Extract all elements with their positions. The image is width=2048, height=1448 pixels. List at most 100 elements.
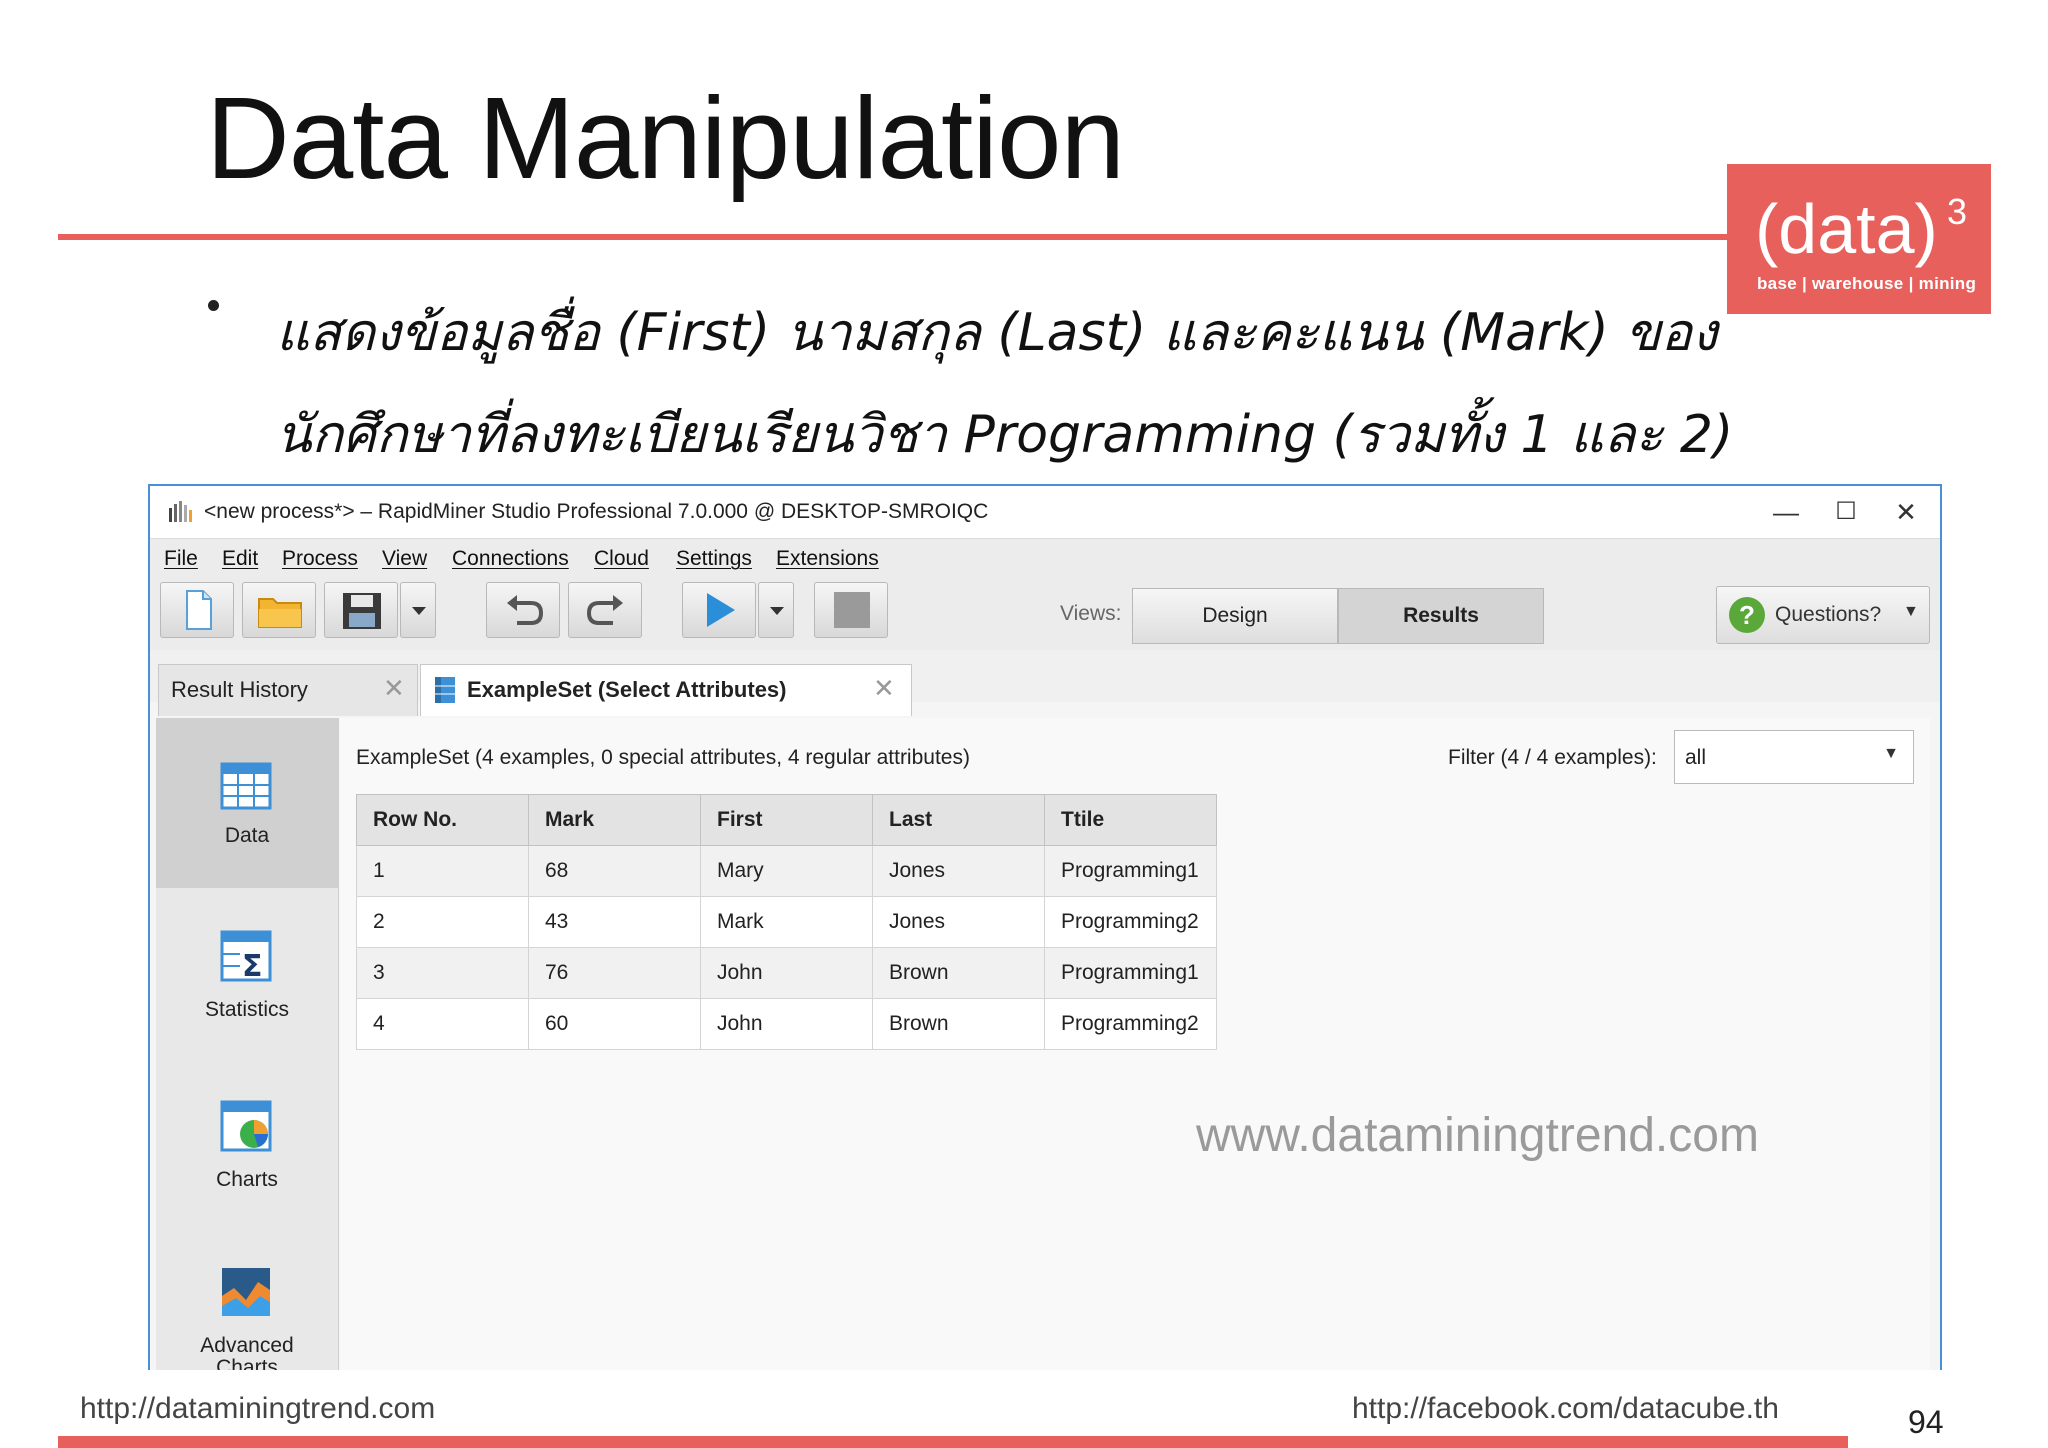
save-dropdown-button[interactable] [400, 582, 436, 638]
menu-bar: File Edit Process View Connections Cloud… [150, 538, 1940, 575]
dropdown-icon [412, 607, 426, 615]
table-cell: Mark [700, 896, 873, 948]
statistics-icon: Σ [220, 930, 272, 982]
table-cell: 43 [528, 896, 701, 948]
table-row[interactable]: 2 43 Mark Jones Programming2 [356, 896, 1217, 948]
minimize-button[interactable]: — [1756, 490, 1816, 534]
table-cell: 68 [528, 845, 701, 897]
sidebar-item-label: Statistics [204, 998, 290, 1021]
sidebar-item-label: Charts [216, 1168, 278, 1191]
menu-edit[interactable]: Edit [222, 547, 258, 571]
sidebar-item-charts[interactable]: Charts [156, 1062, 338, 1232]
views-label: Views: [1060, 602, 1122, 625]
save-process-button[interactable] [324, 582, 398, 638]
title-divider [58, 234, 1728, 240]
menu-view[interactable]: View [382, 547, 427, 571]
bullet-text-line2: นักศึกษาที่ลงทะเบียนเรียนวิชา Programmin… [276, 405, 1734, 465]
website-watermark: www.dataminingtrend.com [1196, 1109, 1759, 1162]
menu-file[interactable]: File [164, 547, 198, 571]
charts-icon [220, 1100, 272, 1152]
table-cell: Mary [700, 845, 873, 897]
footer-link-facebook[interactable]: http://facebook.com/datacube.th [1352, 1392, 1779, 1426]
run-icon [707, 593, 735, 627]
table-cell: 60 [528, 998, 701, 1050]
table-cell: 4 [356, 998, 529, 1050]
sidebar-item-label: Data [224, 824, 270, 847]
table-cell: 1 [356, 845, 529, 897]
results-tabstrip: Result History ✕ ExampleSet (Select Attr… [150, 650, 1940, 716]
run-dropdown-button[interactable] [758, 582, 794, 638]
stop-process-button[interactable] [814, 582, 888, 638]
close-tab-icon[interactable]: ✕ [873, 673, 895, 704]
help-icon: ? [1729, 597, 1765, 633]
table-cell: Brown [872, 947, 1045, 999]
slide-title: Data Manipulation [206, 73, 1125, 203]
column-header-last[interactable]: Last [872, 794, 1045, 846]
new-process-button[interactable] [160, 582, 234, 638]
menu-process[interactable]: Process [282, 547, 358, 571]
table-row[interactable]: 1 68 Mary Jones Programming1 [356, 845, 1217, 897]
filter-label: Filter (4 / 4 examples): [1448, 746, 1657, 769]
table-cell: Programming2 [1044, 896, 1217, 948]
table-cell: Jones [872, 845, 1045, 897]
page-number: 94 [1908, 1404, 1944, 1440]
menu-settings[interactable]: Settings [676, 547, 752, 571]
exampleset-summary: ExampleSet (4 examples, 0 special attrib… [356, 746, 970, 769]
table-cell: Programming1 [1044, 947, 1217, 999]
close-window-button[interactable]: ✕ [1876, 490, 1936, 534]
sidebar-item-label: Advanced [200, 1334, 294, 1357]
column-header-row-no[interactable]: Row No. [356, 794, 529, 846]
results-sidebar: Data Σ Statistics Charts Advanced Charts [156, 718, 339, 1370]
maximize-button[interactable]: ☐ [1816, 490, 1876, 534]
table-cell: 76 [528, 947, 701, 999]
bullet-text-line1: แสดงข้อมูลชื่อ (First) นามสกุล (Last) แล… [276, 303, 1718, 363]
table-cell: Brown [872, 998, 1045, 1050]
table-cell: John [700, 947, 873, 999]
sidebar-item-advanced-charts[interactable]: Advanced Charts [156, 1234, 338, 1370]
table-header-row: Row No. Mark First Last Ttile [356, 794, 1217, 846]
open-folder-icon [258, 598, 302, 628]
rapidminer-logo-icon [169, 501, 192, 522]
brand-superscript: 3 [1947, 191, 1968, 232]
window-title: <new process*> – RapidMiner Studio Profe… [204, 500, 989, 523]
menu-cloud[interactable]: Cloud [594, 547, 649, 571]
open-process-button[interactable] [242, 582, 316, 638]
column-header-first[interactable]: First [700, 794, 873, 846]
chevron-down-icon: ▼ [1903, 603, 1919, 620]
tab-label: Result History [171, 677, 308, 702]
design-view-button[interactable]: Design [1132, 588, 1338, 644]
filter-dropdown[interactable]: all ▼ [1674, 730, 1914, 784]
exampleset-table: Row No. Mark First Last Ttile 1 68 Mary … [356, 794, 1217, 1050]
table-row[interactable]: 3 76 John Brown Programming1 [356, 947, 1217, 999]
undo-button[interactable] [486, 582, 560, 638]
menu-extensions[interactable]: Extensions [776, 547, 879, 571]
tab-exampleset[interactable]: ExampleSet (Select Attributes) ✕ [420, 664, 912, 716]
run-process-button[interactable] [682, 582, 756, 638]
svg-text:Σ: Σ [242, 949, 263, 982]
sidebar-item-label-line2: Charts [216, 1356, 278, 1370]
undo-icon [507, 595, 544, 625]
redo-button[interactable] [568, 582, 642, 638]
table-cell: Programming2 [1044, 998, 1217, 1050]
chevron-down-icon: ▼ [1883, 745, 1899, 762]
brand-logo: (data) 3 base | warehouse | mining [1727, 164, 1991, 314]
brand-tagline: base | warehouse | mining [1757, 274, 1977, 293]
table-cell: Jones [872, 896, 1045, 948]
menu-connections[interactable]: Connections [452, 547, 569, 571]
rapidminer-window: <new process*> – RapidMiner Studio Profe… [148, 484, 1942, 1370]
advanced-charts-icon [222, 1268, 270, 1316]
sidebar-item-statistics[interactable]: Σ Statistics [156, 890, 338, 1060]
column-header-mark[interactable]: Mark [528, 794, 701, 846]
sidebar-item-data[interactable]: Data [156, 718, 338, 888]
table-row[interactable]: 4 60 John Brown Programming2 [356, 998, 1217, 1050]
results-view-button[interactable]: Results [1338, 588, 1544, 644]
tab-result-history[interactable]: Result History ✕ [158, 664, 418, 716]
close-tab-icon[interactable]: ✕ [383, 673, 405, 704]
questions-label: Questions? [1775, 603, 1882, 626]
column-header-ttile[interactable]: Ttile [1044, 794, 1217, 846]
save-icon [343, 593, 381, 629]
footer-link-website[interactable]: http://dataminingtrend.com [80, 1392, 435, 1426]
dropdown-icon [770, 607, 784, 615]
bullet-icon [208, 300, 219, 311]
questions-button[interactable]: ? Questions? ▼ [1716, 586, 1930, 644]
